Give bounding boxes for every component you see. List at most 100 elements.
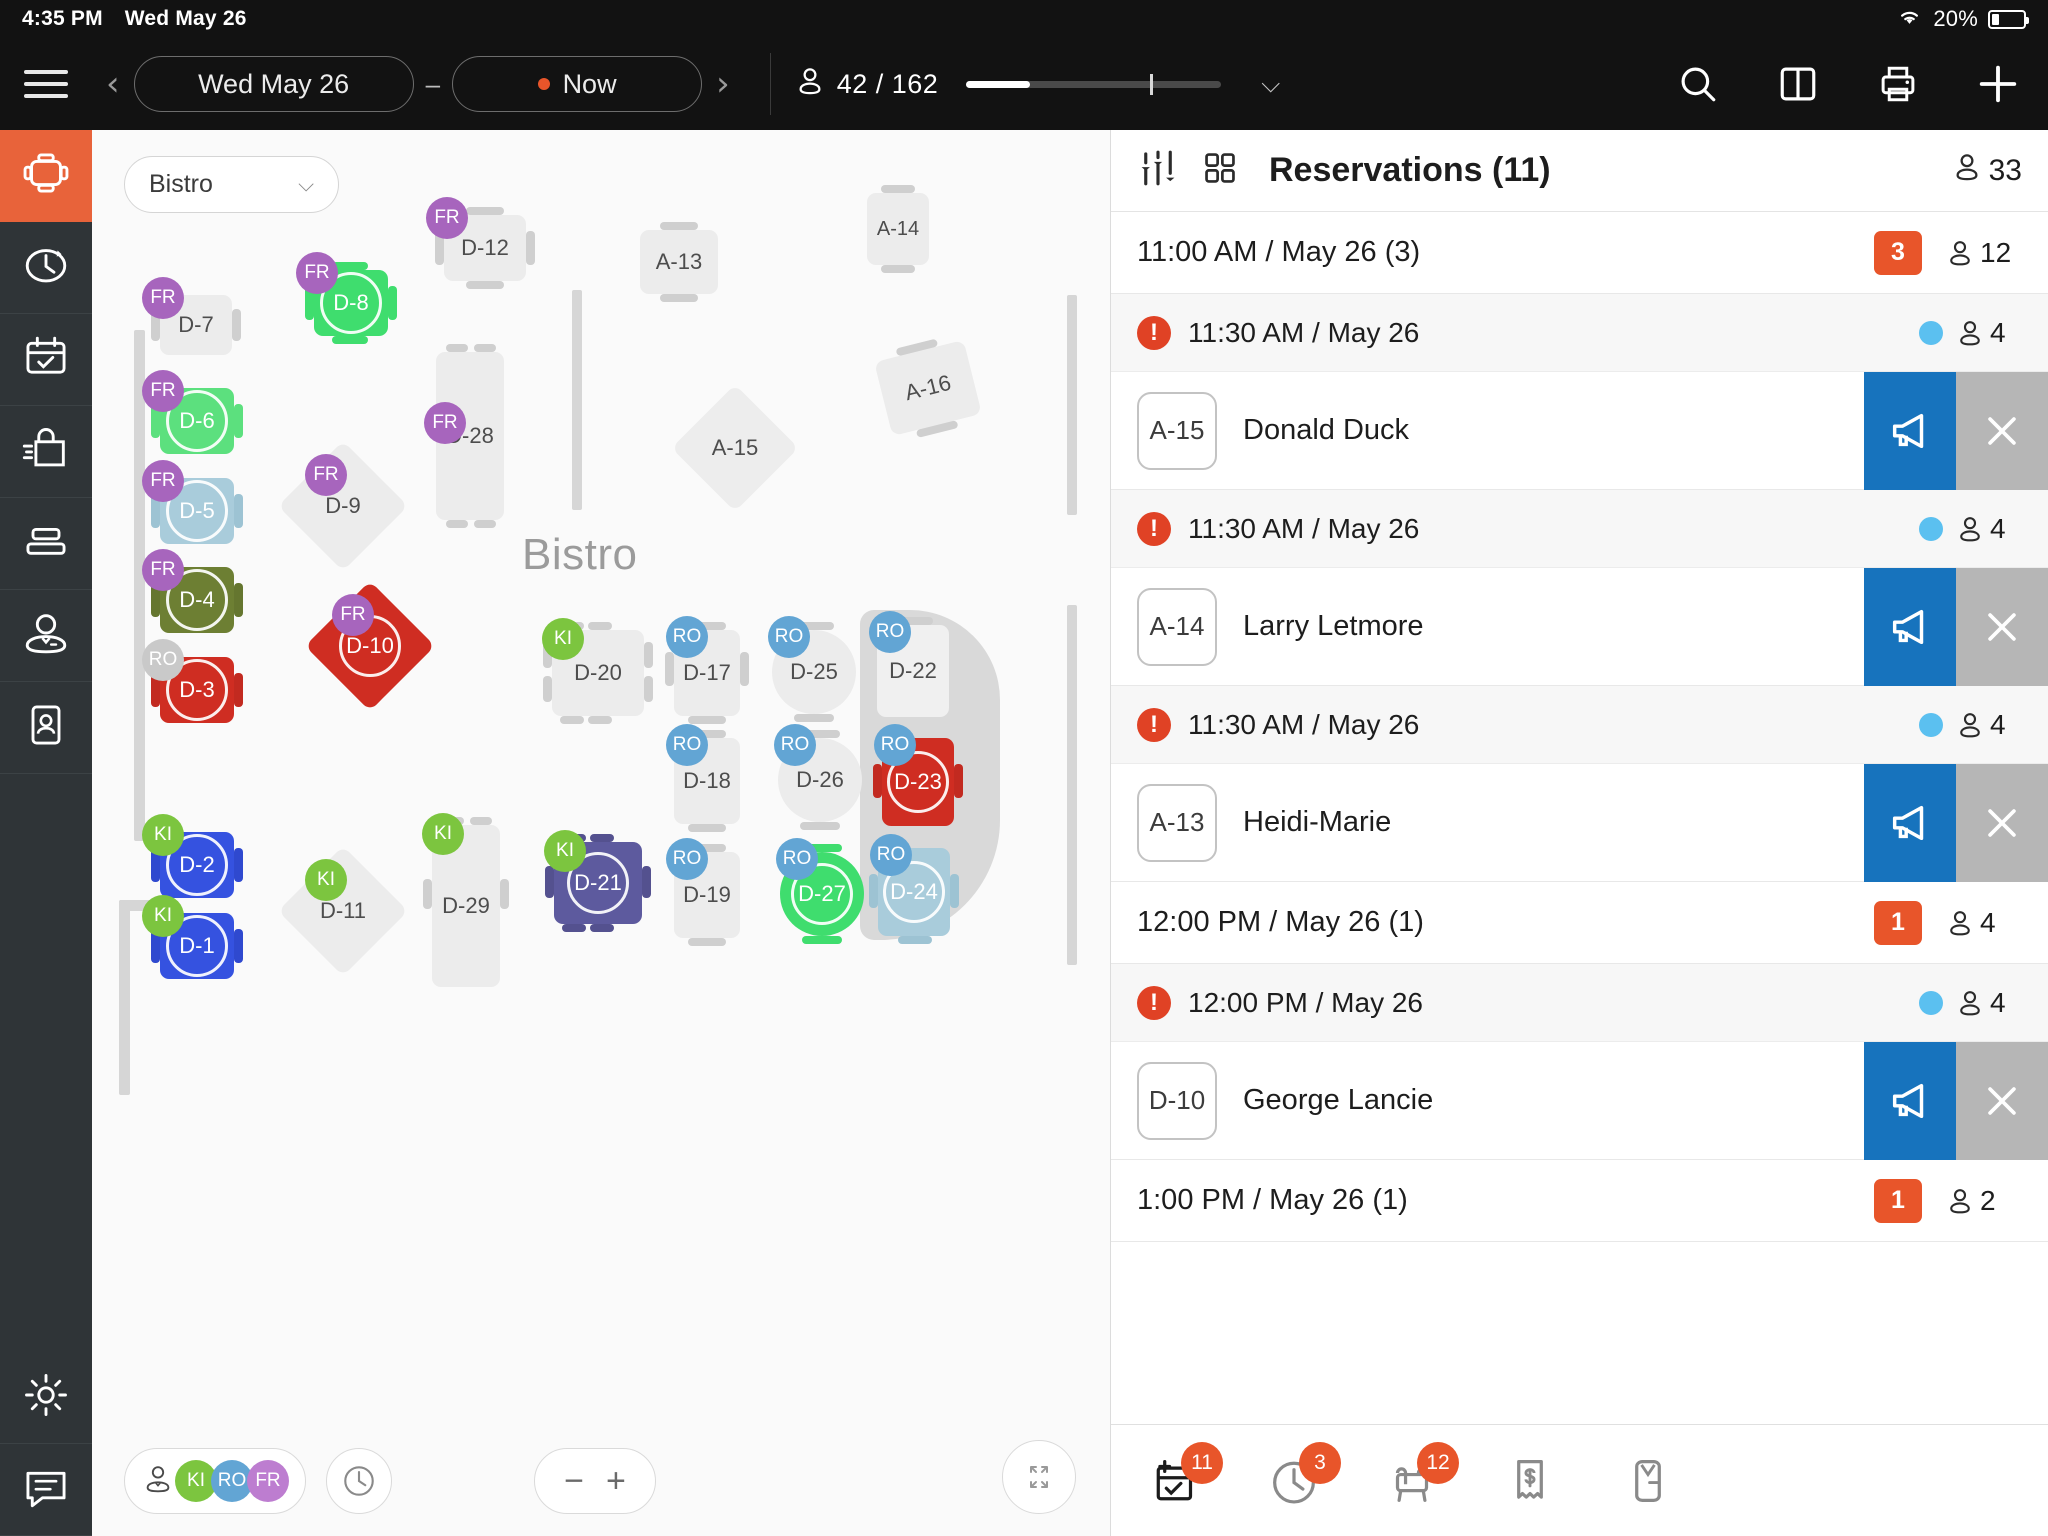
sidebar-item-messages[interactable] bbox=[0, 1444, 92, 1536]
team-filter[interactable]: KI RO FR bbox=[124, 1448, 306, 1514]
megaphone-icon[interactable] bbox=[1864, 1041, 1956, 1160]
table-D-1[interactable]: D-1 KI bbox=[142, 895, 243, 979]
table-badge: FR bbox=[296, 252, 338, 294]
reservation-table-chip[interactable]: A-14 bbox=[1137, 587, 1217, 666]
table-badge: RO bbox=[869, 611, 911, 653]
table-D-9[interactable]: D-9 FR bbox=[277, 440, 409, 572]
reservation-row[interactable]: A-15 Donald Duck bbox=[1111, 371, 2048, 490]
table-D-22[interactable]: D-22 RO bbox=[869, 611, 949, 717]
sidebar-item-list[interactable] bbox=[0, 498, 92, 590]
footer-reservations-button[interactable]: 11 bbox=[1145, 1441, 1223, 1512]
table-badge: RO bbox=[666, 724, 708, 766]
table-D-23[interactable]: D-23 RO bbox=[873, 724, 963, 826]
table-D-18[interactable]: D-18 RO bbox=[666, 724, 740, 832]
reservation-row[interactable]: A-13 Heidi-Marie bbox=[1111, 763, 2048, 882]
clock-icon[interactable] bbox=[326, 1448, 392, 1514]
status-dot-icon bbox=[1919, 990, 1943, 1015]
footer-waitlist-button[interactable]: 3 bbox=[1263, 1441, 1341, 1512]
date-selector[interactable]: Wed May 26 bbox=[133, 56, 414, 112]
table-D-28[interactable]: D-28 FR bbox=[424, 344, 504, 528]
hamburger-menu-icon[interactable] bbox=[0, 38, 92, 130]
reservation-group-header[interactable]: 12:00 PM / May 26 (1) 1 4 bbox=[1111, 882, 2048, 964]
table-D-21[interactable]: D-21 KI bbox=[544, 830, 651, 932]
sidebar-item-floorplan[interactable] bbox=[0, 130, 92, 222]
wall-segment bbox=[134, 330, 145, 840]
zoom-control[interactable]: − + bbox=[534, 1448, 656, 1514]
sliders-icon[interactable] bbox=[1137, 147, 1179, 194]
sidebar-item-settings[interactable] bbox=[0, 1352, 92, 1444]
reservations-list[interactable]: 11:00 AM / May 26 (3) 3 12 ! 11:30 AM / … bbox=[1111, 212, 2048, 1424]
megaphone-icon[interactable] bbox=[1864, 763, 1956, 882]
table-D-3[interactable]: D-3 RO bbox=[142, 639, 243, 723]
team-badge-FR[interactable]: FR bbox=[247, 1460, 289, 1502]
table-A-16[interactable]: A-16 bbox=[874, 338, 982, 438]
table-badge: KI bbox=[305, 859, 347, 901]
sidebar-item-calendar[interactable] bbox=[0, 314, 92, 406]
sidebar-item-timeline[interactable] bbox=[0, 222, 92, 314]
sidebar-item-staff[interactable] bbox=[0, 590, 92, 682]
table-D-17[interactable]: D-17 RO bbox=[665, 616, 749, 724]
table-D-4[interactable]: D-4 FR bbox=[142, 549, 243, 633]
table-D-5[interactable]: D-5 FR bbox=[142, 460, 243, 544]
reservation-row[interactable]: A-14 Larry Letmore bbox=[1111, 567, 2048, 686]
table-D-25[interactable]: D-25 RO bbox=[768, 616, 856, 722]
chevron-down-icon[interactable]: ⌵ bbox=[1261, 70, 1280, 99]
prev-date-button[interactable]: ‹ bbox=[92, 67, 134, 101]
footer-badge: 3 bbox=[1299, 1441, 1341, 1484]
room-label: Bistro bbox=[522, 530, 638, 579]
plus-icon[interactable] bbox=[1948, 38, 2048, 130]
sidebar-item-guests[interactable] bbox=[0, 682, 92, 774]
reservation-table-chip[interactable]: A-13 bbox=[1137, 783, 1217, 862]
table-D-12[interactable]: D-12 FR bbox=[426, 197, 535, 289]
table-A-15[interactable]: A-15 bbox=[671, 384, 799, 512]
table-D-24[interactable]: D-24 RO bbox=[869, 834, 959, 944]
table-D-7[interactable]: D-7 FR bbox=[142, 277, 241, 355]
zoom-in-button[interactable]: + bbox=[606, 1462, 626, 1501]
table-D-11[interactable]: D-11 KI bbox=[277, 845, 409, 977]
reservation-subheader[interactable]: ! 11:30 AM / May 26 4 bbox=[1111, 294, 2048, 372]
table-D-6[interactable]: D-6 FR bbox=[142, 370, 243, 454]
table-D-29[interactable]: D-29 KI bbox=[422, 813, 509, 987]
table-D-8[interactable]: D-8 FR bbox=[296, 252, 397, 344]
table-badge: FR bbox=[305, 454, 347, 496]
close-icon[interactable] bbox=[1956, 763, 2048, 882]
grid-view-icon[interactable] bbox=[1201, 149, 1239, 192]
zoom-out-button[interactable]: − bbox=[564, 1462, 584, 1501]
next-date-button[interactable]: › bbox=[702, 67, 744, 101]
megaphone-icon[interactable] bbox=[1864, 371, 1956, 490]
table-D-26[interactable]: D-26 RO bbox=[774, 724, 862, 830]
reservation-group-header[interactable]: 1:00 PM / May 26 (1) 1 2 bbox=[1111, 1160, 2048, 1242]
table-D-27[interactable]: D-27 RO bbox=[776, 838, 864, 944]
reservation-row[interactable]: D-10 George Lancie bbox=[1111, 1041, 2048, 1160]
reservation-table-chip[interactable]: A-15 bbox=[1137, 391, 1217, 470]
occupancy-slider[interactable] bbox=[966, 73, 1222, 95]
table-A-13[interactable]: A-13 bbox=[640, 222, 718, 302]
table-D-19[interactable]: D-19 RO bbox=[666, 838, 740, 946]
table-D-20[interactable]: D-20 KI bbox=[542, 618, 653, 724]
print-icon[interactable] bbox=[1848, 38, 1948, 130]
sidebar-item-orders[interactable] bbox=[0, 406, 92, 498]
close-icon[interactable] bbox=[1956, 1041, 2048, 1160]
reservation-table-chip[interactable]: D-10 bbox=[1137, 1061, 1217, 1140]
close-icon[interactable] bbox=[1956, 371, 2048, 490]
megaphone-icon[interactable] bbox=[1864, 567, 1956, 686]
reservation-guest-name: Heidi-Marie bbox=[1243, 806, 1392, 838]
floor-plan-canvas[interactable]: Bistro ⌵ Bistro D-7 FR D-8 FR D-6 FR D-5… bbox=[92, 130, 1110, 1536]
table-A-14[interactable]: A-14 bbox=[867, 185, 929, 273]
footer-seated-button[interactable]: 12 bbox=[1381, 1441, 1459, 1512]
table-D-2[interactable]: D-2 KI bbox=[142, 814, 243, 898]
table-D-10[interactable]: D-10 FR bbox=[304, 580, 436, 712]
area-selector[interactable]: Bistro ⌵ bbox=[124, 156, 339, 213]
footer-staff-button[interactable] bbox=[1617, 1450, 1679, 1512]
close-icon[interactable] bbox=[1956, 567, 2048, 686]
reservation-subheader[interactable]: ! 11:30 AM / May 26 4 bbox=[1111, 686, 2048, 764]
expand-arrows-icon[interactable] bbox=[1002, 1440, 1076, 1514]
reservation-subheader[interactable]: ! 12:00 PM / May 26 4 bbox=[1111, 964, 2048, 1042]
reservation-subheader[interactable]: ! 11:30 AM / May 26 4 bbox=[1111, 490, 2048, 568]
date-selector-label: Wed May 26 bbox=[198, 68, 350, 99]
time-selector[interactable]: Now bbox=[452, 56, 703, 112]
reservation-group-header[interactable]: 11:00 AM / May 26 (3) 3 12 bbox=[1111, 212, 2048, 294]
footer-bills-button[interactable] bbox=[1499, 1450, 1561, 1512]
search-icon[interactable] bbox=[1648, 38, 1748, 130]
split-view-icon[interactable] bbox=[1748, 38, 1848, 130]
